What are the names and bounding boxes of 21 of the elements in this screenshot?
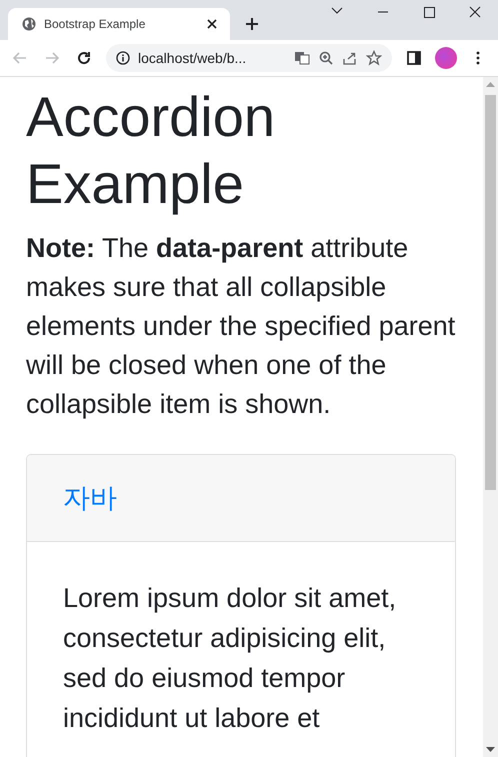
accordion-toggle-link[interactable]: 자바 [63,480,117,516]
reload-icon[interactable] [76,50,92,66]
scrollbar-thumb[interactable] [485,95,496,490]
page-heading: Accordion Example [26,84,276,217]
url-text: localhost/web/b... [138,50,248,66]
share-icon[interactable] [342,50,358,66]
accordion-body-text: Lorem ipsum dolor sit amet, consectetur adipisicing elit, sed do eiusmod tempor incididunt ut labore et [62,582,398,735]
address-bar[interactable]: localhost/web/b... [106,44,392,72]
avatar-icon[interactable] [435,47,457,69]
side-panel-icon[interactable] [406,50,422,66]
tab-title: Bootstrap Example [44,17,146,31]
scroll-down-icon[interactable] [486,747,495,753]
translate-icon[interactable] [294,50,310,66]
note-paragraph: Note: The data-parent attribute makes sure that all collapsible elements under the specified parent will be closed when one of the collapsible item is shown. [26,232,456,421]
new-tab-icon[interactable] [244,16,260,32]
scrollbar[interactable] [483,77,498,757]
zoom-icon[interactable] [318,50,334,66]
browser-tab[interactable]: Bootstrap Example [8,8,230,40]
globe-icon [22,17,36,31]
info-icon [116,51,130,65]
bookmark-star-icon[interactable] [366,50,382,66]
